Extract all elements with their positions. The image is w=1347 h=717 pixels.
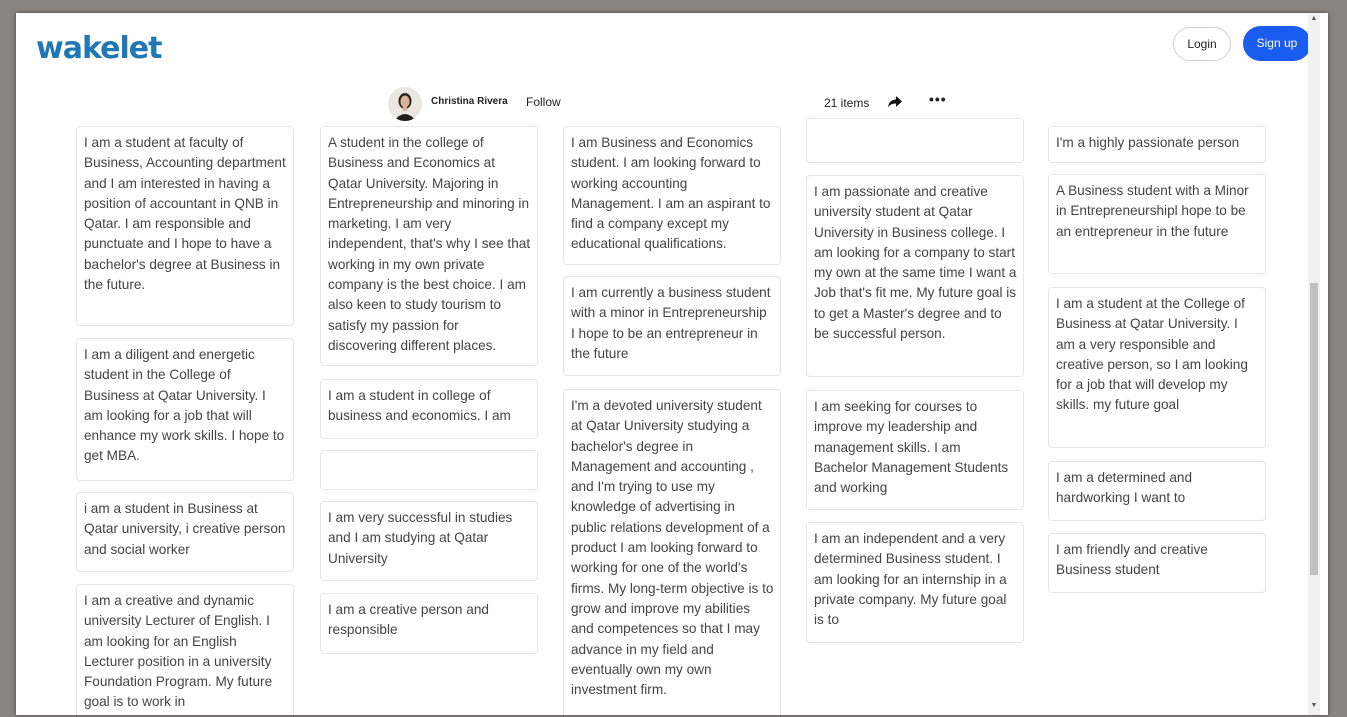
- share-icon[interactable]: [887, 95, 903, 109]
- wakelet-logo[interactable]: wakelet: [36, 31, 162, 66]
- card[interactable]: [806, 118, 1024, 163]
- scrollbar-thumb[interactable]: [1310, 283, 1318, 575]
- scroll-down-arrow-icon[interactable]: ▼: [1309, 702, 1319, 712]
- card[interactable]: I am seeking for courses to improve my l…: [806, 390, 1024, 510]
- card[interactable]: I am a creative person and responsible: [320, 593, 538, 654]
- card[interactable]: I am Business and Economics student. I a…: [563, 126, 781, 265]
- card[interactable]: I'm a devoted university student at Qata…: [563, 389, 781, 715]
- card[interactable]: I am a student at faculty of Business, A…: [76, 126, 294, 326]
- card[interactable]: I'm a highly passionate person: [1048, 126, 1266, 163]
- signup-button[interactable]: Sign up: [1243, 26, 1311, 61]
- card[interactable]: I am a determined and hardworking I want…: [1048, 461, 1266, 521]
- login-button[interactable]: Login: [1173, 27, 1231, 61]
- card[interactable]: I am a student at the College of Busines…: [1048, 287, 1266, 448]
- card[interactable]: I am a student in college of business an…: [320, 379, 538, 439]
- avatar[interactable]: [388, 87, 422, 121]
- scroll-up-arrow-icon[interactable]: ▲: [1309, 15, 1319, 25]
- browser-viewport: wakelet Login Sign up Christina Rivera F…: [16, 13, 1328, 715]
- card[interactable]: I am currently a business student with a…: [563, 276, 781, 376]
- more-options-icon[interactable]: •••: [929, 91, 947, 107]
- author-name[interactable]: Christina Rivera: [431, 96, 508, 107]
- card[interactable]: A student in the college of Business and…: [320, 126, 538, 366]
- card[interactable]: I am an independent and a very determine…: [806, 522, 1024, 643]
- card[interactable]: A Business student with a Minor in Entre…: [1048, 174, 1266, 274]
- card[interactable]: [320, 450, 538, 490]
- card[interactable]: I am a diligent and energetic student in…: [76, 338, 294, 481]
- items-count: 21 items: [824, 96, 870, 110]
- follow-button[interactable]: Follow: [526, 95, 561, 109]
- card[interactable]: I am passionate and creative university …: [806, 175, 1024, 377]
- card[interactable]: i am a student in Business at Qatar univ…: [76, 492, 294, 572]
- card[interactable]: I am friendly and creative Business stud…: [1048, 533, 1266, 593]
- card[interactable]: I am very successful in studies and I am…: [320, 501, 538, 581]
- card[interactable]: I am a creative and dynamic university L…: [76, 584, 294, 715]
